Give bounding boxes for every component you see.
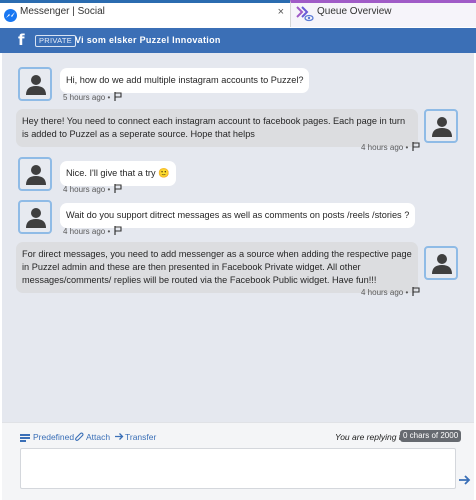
- reply-composer: Predefined Attach Transfer You are reply…: [2, 422, 474, 500]
- message-time: 5 hours ago •: [63, 93, 111, 102]
- message-time: 4 hours ago •: [63, 227, 111, 236]
- messenger-icon: [4, 9, 17, 22]
- message-text: Nice. I'll give that a try 🙂: [66, 168, 170, 178]
- message-bubble: Wait do you support ditrect messages as …: [60, 203, 416, 228]
- flag-icon[interactable]: [411, 142, 420, 153]
- arrow-right-icon[interactable]: [115, 432, 124, 443]
- user-avatar-icon: [26, 165, 46, 185]
- message-meta: 4 hours ago •: [63, 184, 122, 195]
- message-text: For direct messages, you need to add mes…: [22, 249, 412, 285]
- close-icon[interactable]: ×: [278, 6, 284, 18]
- message-meta: 4 hours ago •: [63, 226, 122, 237]
- reply-input[interactable]: [20, 448, 456, 489]
- user-avatar-icon: [432, 254, 452, 274]
- agent-avatar: [424, 246, 458, 280]
- message-time: 4 hours ago •: [361, 288, 409, 297]
- transfer-button[interactable]: Transfer: [125, 432, 156, 442]
- tab-queue-overview-label: Queue Overview: [317, 6, 392, 17]
- message-bubble: Hey there! You need to connect each inst…: [16, 109, 418, 147]
- tab-bar: Messenger | Social × Queue Overview: [0, 0, 476, 27]
- replying-label: You are replying to: [335, 432, 406, 442]
- channel-title: Vi som elsker Puzzel Innovation: [75, 35, 221, 45]
- message-bubble: For direct messages, you need to add mes…: [16, 242, 418, 293]
- flag-icon[interactable]: [411, 287, 420, 298]
- customer-avatar: [18, 67, 52, 101]
- flag-icon[interactable]: [113, 226, 122, 237]
- predefined-list-icon[interactable]: [20, 434, 30, 442]
- user-avatar-icon: [26, 75, 46, 95]
- agent-avatar: [424, 109, 458, 143]
- message-bubble: Hi, how do we add multiple instagram acc…: [60, 68, 310, 93]
- message-text: Hi, how do we add multiple instagram acc…: [66, 75, 304, 85]
- flag-icon[interactable]: [113, 184, 122, 195]
- tab-queue-overview[interactable]: Queue Overview: [290, 0, 476, 27]
- char-count-badge: 0 chars of 2000: [400, 430, 462, 442]
- private-badge: PRIVATE: [35, 35, 77, 47]
- user-avatar-icon: [432, 117, 452, 137]
- tab-messenger-social[interactable]: Messenger | Social ×: [0, 0, 290, 27]
- customer-avatar: [18, 200, 52, 234]
- predefined-button[interactable]: Predefined: [33, 432, 74, 442]
- message-bubble: Nice. I'll give that a try 🙂: [60, 161, 176, 186]
- message-time: 4 hours ago •: [361, 143, 409, 152]
- flag-icon[interactable]: [113, 92, 122, 103]
- attach-button[interactable]: Attach: [86, 432, 110, 442]
- message-text: Wait do you support ditrect messages as …: [66, 210, 410, 220]
- queue-overview-icon: [296, 5, 314, 26]
- user-avatar-icon: [26, 208, 46, 228]
- message-meta: 5 hours ago •: [63, 92, 122, 103]
- paperclip-icon[interactable]: [75, 432, 84, 444]
- conversation-panel: Hi, how do we add multiple instagram acc…: [2, 53, 474, 422]
- message-meta: 4 hours ago •: [361, 287, 420, 298]
- send-arrow-icon[interactable]: [458, 473, 472, 487]
- message-text: Hey there! You need to connect each inst…: [22, 116, 406, 139]
- customer-avatar: [18, 157, 52, 191]
- channel-header: f PRIVATE Vi som elsker Puzzel Innovatio…: [0, 28, 476, 53]
- tab-messenger-social-label: Messenger | Social: [20, 6, 105, 17]
- message-meta: 4 hours ago •: [361, 142, 420, 153]
- message-time: 4 hours ago •: [63, 185, 111, 194]
- facebook-icon: f: [18, 31, 25, 49]
